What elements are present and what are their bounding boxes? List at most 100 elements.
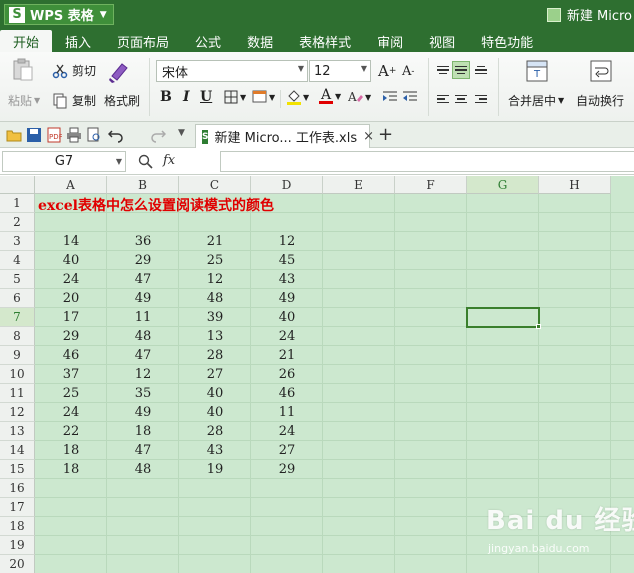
spreadsheet-grid[interactable]: A B C D E F G H 1 2 3 4 5 6 7 8 9 10 11 12 13 14 15 16 17 18 19 20 1…	[0, 176, 634, 573]
column-header-a[interactable]: A	[35, 176, 107, 194]
cell-c4[interactable]: 25	[179, 251, 251, 270]
row-header-6[interactable]: 6	[0, 289, 35, 308]
align-top-button[interactable]	[434, 61, 452, 79]
align-right-button[interactable]	[472, 90, 490, 108]
merge-center-label[interactable]: 合并居中 ▼	[508, 92, 564, 109]
cell-a15[interactable]: 18	[35, 460, 107, 479]
paste-button[interactable]	[10, 58, 36, 82]
insert-function-button[interactable]: fx	[163, 153, 175, 168]
row-header-19[interactable]: 19	[0, 536, 35, 555]
cell-b5[interactable]: 47	[107, 270, 179, 289]
select-all-corner[interactable]	[0, 176, 35, 194]
cell-d9[interactable]: 21	[251, 346, 323, 365]
column-header-h[interactable]: H	[539, 176, 611, 194]
row-header-12[interactable]: 12	[0, 403, 35, 422]
row-header-9[interactable]: 9	[0, 346, 35, 365]
undo-icon[interactable]	[108, 127, 124, 143]
cell-c11[interactable]: 40	[179, 384, 251, 403]
cell-d10[interactable]: 26	[251, 365, 323, 384]
column-header-c[interactable]: C	[179, 176, 251, 194]
borders-button[interactable]: ▼	[224, 90, 246, 104]
cell-d13[interactable]: 24	[251, 422, 323, 441]
column-header-f[interactable]: F	[395, 176, 467, 194]
cell-c14[interactable]: 43	[179, 441, 251, 460]
cell-b8[interactable]: 48	[107, 327, 179, 346]
align-left-button[interactable]	[434, 90, 452, 108]
cell-b14[interactable]: 47	[107, 441, 179, 460]
align-bottom-button[interactable]	[472, 61, 490, 79]
row-header-13[interactable]: 13	[0, 422, 35, 441]
cell-c7[interactable]: 39	[179, 308, 251, 327]
copy-button[interactable]: 复制	[52, 92, 96, 109]
row-header-5[interactable]: 5	[0, 270, 35, 289]
row-header-15[interactable]: 15	[0, 460, 35, 479]
row-header-18[interactable]: 18	[0, 517, 35, 536]
cell-d12[interactable]: 11	[251, 403, 323, 422]
document-tab[interactable]: S 新建 Micro... 工作表.xls ×	[195, 124, 374, 148]
cut-button[interactable]: 剪切	[52, 62, 96, 79]
cell-a9[interactable]: 46	[35, 346, 107, 365]
cell-c13[interactable]: 28	[179, 422, 251, 441]
cell-d8[interactable]: 24	[251, 327, 323, 346]
print-icon[interactable]	[66, 127, 82, 143]
row-header-3[interactable]: 3	[0, 232, 35, 251]
italic-button[interactable]: I	[183, 89, 190, 105]
app-menu-button[interactable]: S WPS 表格 ▼	[4, 4, 114, 25]
cell-d7[interactable]: 40	[251, 308, 323, 327]
fill-color-button[interactable]: ▼	[286, 88, 309, 106]
tab-7[interactable]: 视图	[416, 30, 468, 52]
row-header-10[interactable]: 10	[0, 365, 35, 384]
cell-c12[interactable]: 40	[179, 403, 251, 422]
new-tab-button[interactable]: +	[378, 124, 393, 145]
zoom-search-icon[interactable]	[138, 154, 154, 170]
tab-3[interactable]: 公式	[182, 30, 234, 52]
cell-b6[interactable]: 49	[107, 289, 179, 308]
cell-c3[interactable]: 21	[179, 232, 251, 251]
cell-b7[interactable]: 11	[107, 308, 179, 327]
cell-a12[interactable]: 24	[35, 403, 107, 422]
cell-a6[interactable]: 20	[35, 289, 107, 308]
column-header-b[interactable]: B	[107, 176, 179, 194]
cell-d4[interactable]: 45	[251, 251, 323, 270]
cell-d5[interactable]: 43	[251, 270, 323, 289]
cell-d3[interactable]: 12	[251, 232, 323, 251]
align-middle-button[interactable]	[452, 61, 470, 79]
cell-d11[interactable]: 46	[251, 384, 323, 403]
decrease-indent-button[interactable]	[382, 90, 398, 104]
cell-a8[interactable]: 29	[35, 327, 107, 346]
active-cell-g7[interactable]	[466, 307, 540, 328]
column-header-d[interactable]: D	[251, 176, 323, 194]
cell-a3[interactable]: 14	[35, 232, 107, 251]
row-header-17[interactable]: 17	[0, 498, 35, 517]
merge-center-button[interactable]: T	[526, 60, 548, 82]
shrink-font-button[interactable]: A-	[402, 64, 414, 79]
row-header-14[interactable]: 14	[0, 441, 35, 460]
fill-handle[interactable]	[536, 324, 541, 329]
row-header-2[interactable]: 2	[0, 213, 35, 232]
tab-1[interactable]: 插入	[52, 30, 104, 52]
cell-b9[interactable]: 47	[107, 346, 179, 365]
save-icon[interactable]	[26, 127, 42, 143]
name-box[interactable]: G7 ▼	[2, 151, 126, 172]
cell-a5[interactable]: 24	[35, 270, 107, 289]
cell-a11[interactable]: 25	[35, 384, 107, 403]
cell-b3[interactable]: 36	[107, 232, 179, 251]
cell-d15[interactable]: 29	[251, 460, 323, 479]
row-header-1[interactable]: 1	[0, 194, 35, 213]
row-header-7[interactable]: 7	[0, 308, 35, 327]
tab-0[interactable]: 开始	[0, 30, 53, 52]
format-painter-button[interactable]	[106, 58, 132, 84]
cell-style-button[interactable]: ▼	[252, 90, 275, 104]
cell-b15[interactable]: 48	[107, 460, 179, 479]
formula-input[interactable]	[220, 151, 634, 172]
row-header-11[interactable]: 11	[0, 384, 35, 403]
underline-button[interactable]: U	[200, 89, 212, 105]
wrap-text-button[interactable]	[590, 60, 612, 82]
row-header-20[interactable]: 20	[0, 555, 35, 573]
close-icon[interactable]: ×	[363, 129, 374, 144]
cell-a14[interactable]: 18	[35, 441, 107, 460]
cell-d6[interactable]: 49	[251, 289, 323, 308]
export-pdf-icon[interactable]: PDF	[46, 127, 62, 143]
column-header-g[interactable]: G	[467, 176, 539, 194]
cell-a4[interactable]: 40	[35, 251, 107, 270]
